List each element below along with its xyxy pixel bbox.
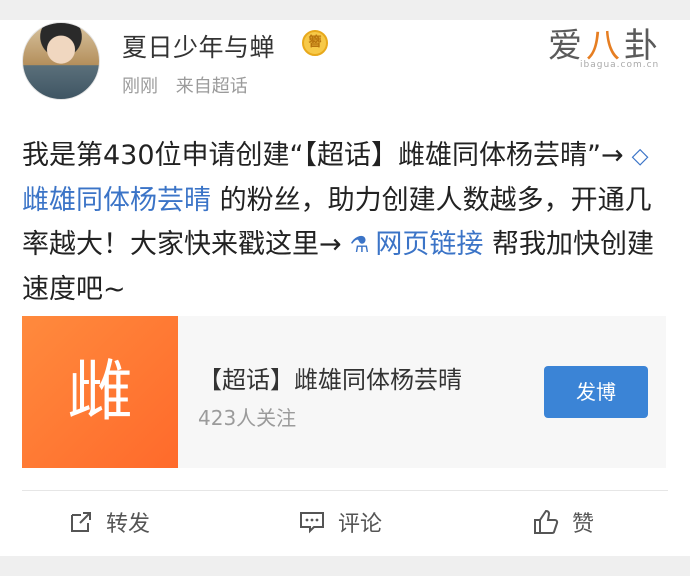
top-separator [0,0,690,20]
post-meta: 刚刚 来自超话 [122,72,248,98]
post-source: 来自超话 [175,76,248,97]
watermark-logo: 爱八卦 ibagua.com.cn [548,18,674,74]
action-bar: 转发 评论 赞 [0,492,690,552]
link-icon: ⚗ [349,233,370,258]
bottom-separator [0,556,690,576]
super-topic-card[interactable]: 雌 【超话】雌雄同体杨芸晴 423人关注 发博 [22,316,666,468]
username[interactable]: 夏日少年与蝉 [122,28,275,64]
avatar[interactable] [22,22,100,100]
divider [22,490,668,491]
like-label: 赞 [572,512,595,537]
post-time: 刚刚 [122,76,158,97]
topic-thumbnail-char: 雌 [67,353,133,430]
post-body: 我是第430位申请创建“【超话】雌雄同体杨芸晴”→ ◇雌雄同体杨芸晴 的粉丝，助力… [22,134,672,312]
comment-icon [300,512,324,534]
repost-label: 转发 [106,512,151,537]
topic-followers: 423人关注 [198,406,297,430]
web-link[interactable]: 网页链接 [375,229,483,260]
thumbs-up-icon [534,509,559,534]
like-button[interactable]: 赞 [532,502,594,542]
topic-thumbnail: 雌 [22,316,178,468]
post-text-1: 我是第430位申请创建“【超话】雌雄同体杨芸晴”→ [22,140,624,171]
post-button[interactable]: 发博 [544,366,648,418]
topic-link[interactable]: 雌雄同体杨芸晴 [22,185,211,216]
comment-button[interactable]: 评论 [298,502,382,542]
watermark-url: ibagua.com.cn [580,60,660,70]
diamond-icon: ◇ [631,144,649,169]
topic-title[interactable]: 【超话】雌雄同体杨芸晴 [198,360,462,395]
comment-label: 评论 [338,512,383,537]
repost-button[interactable]: 转发 [68,502,150,542]
vip-badge-icon: 簪 [302,30,328,56]
repost-icon [71,512,91,532]
